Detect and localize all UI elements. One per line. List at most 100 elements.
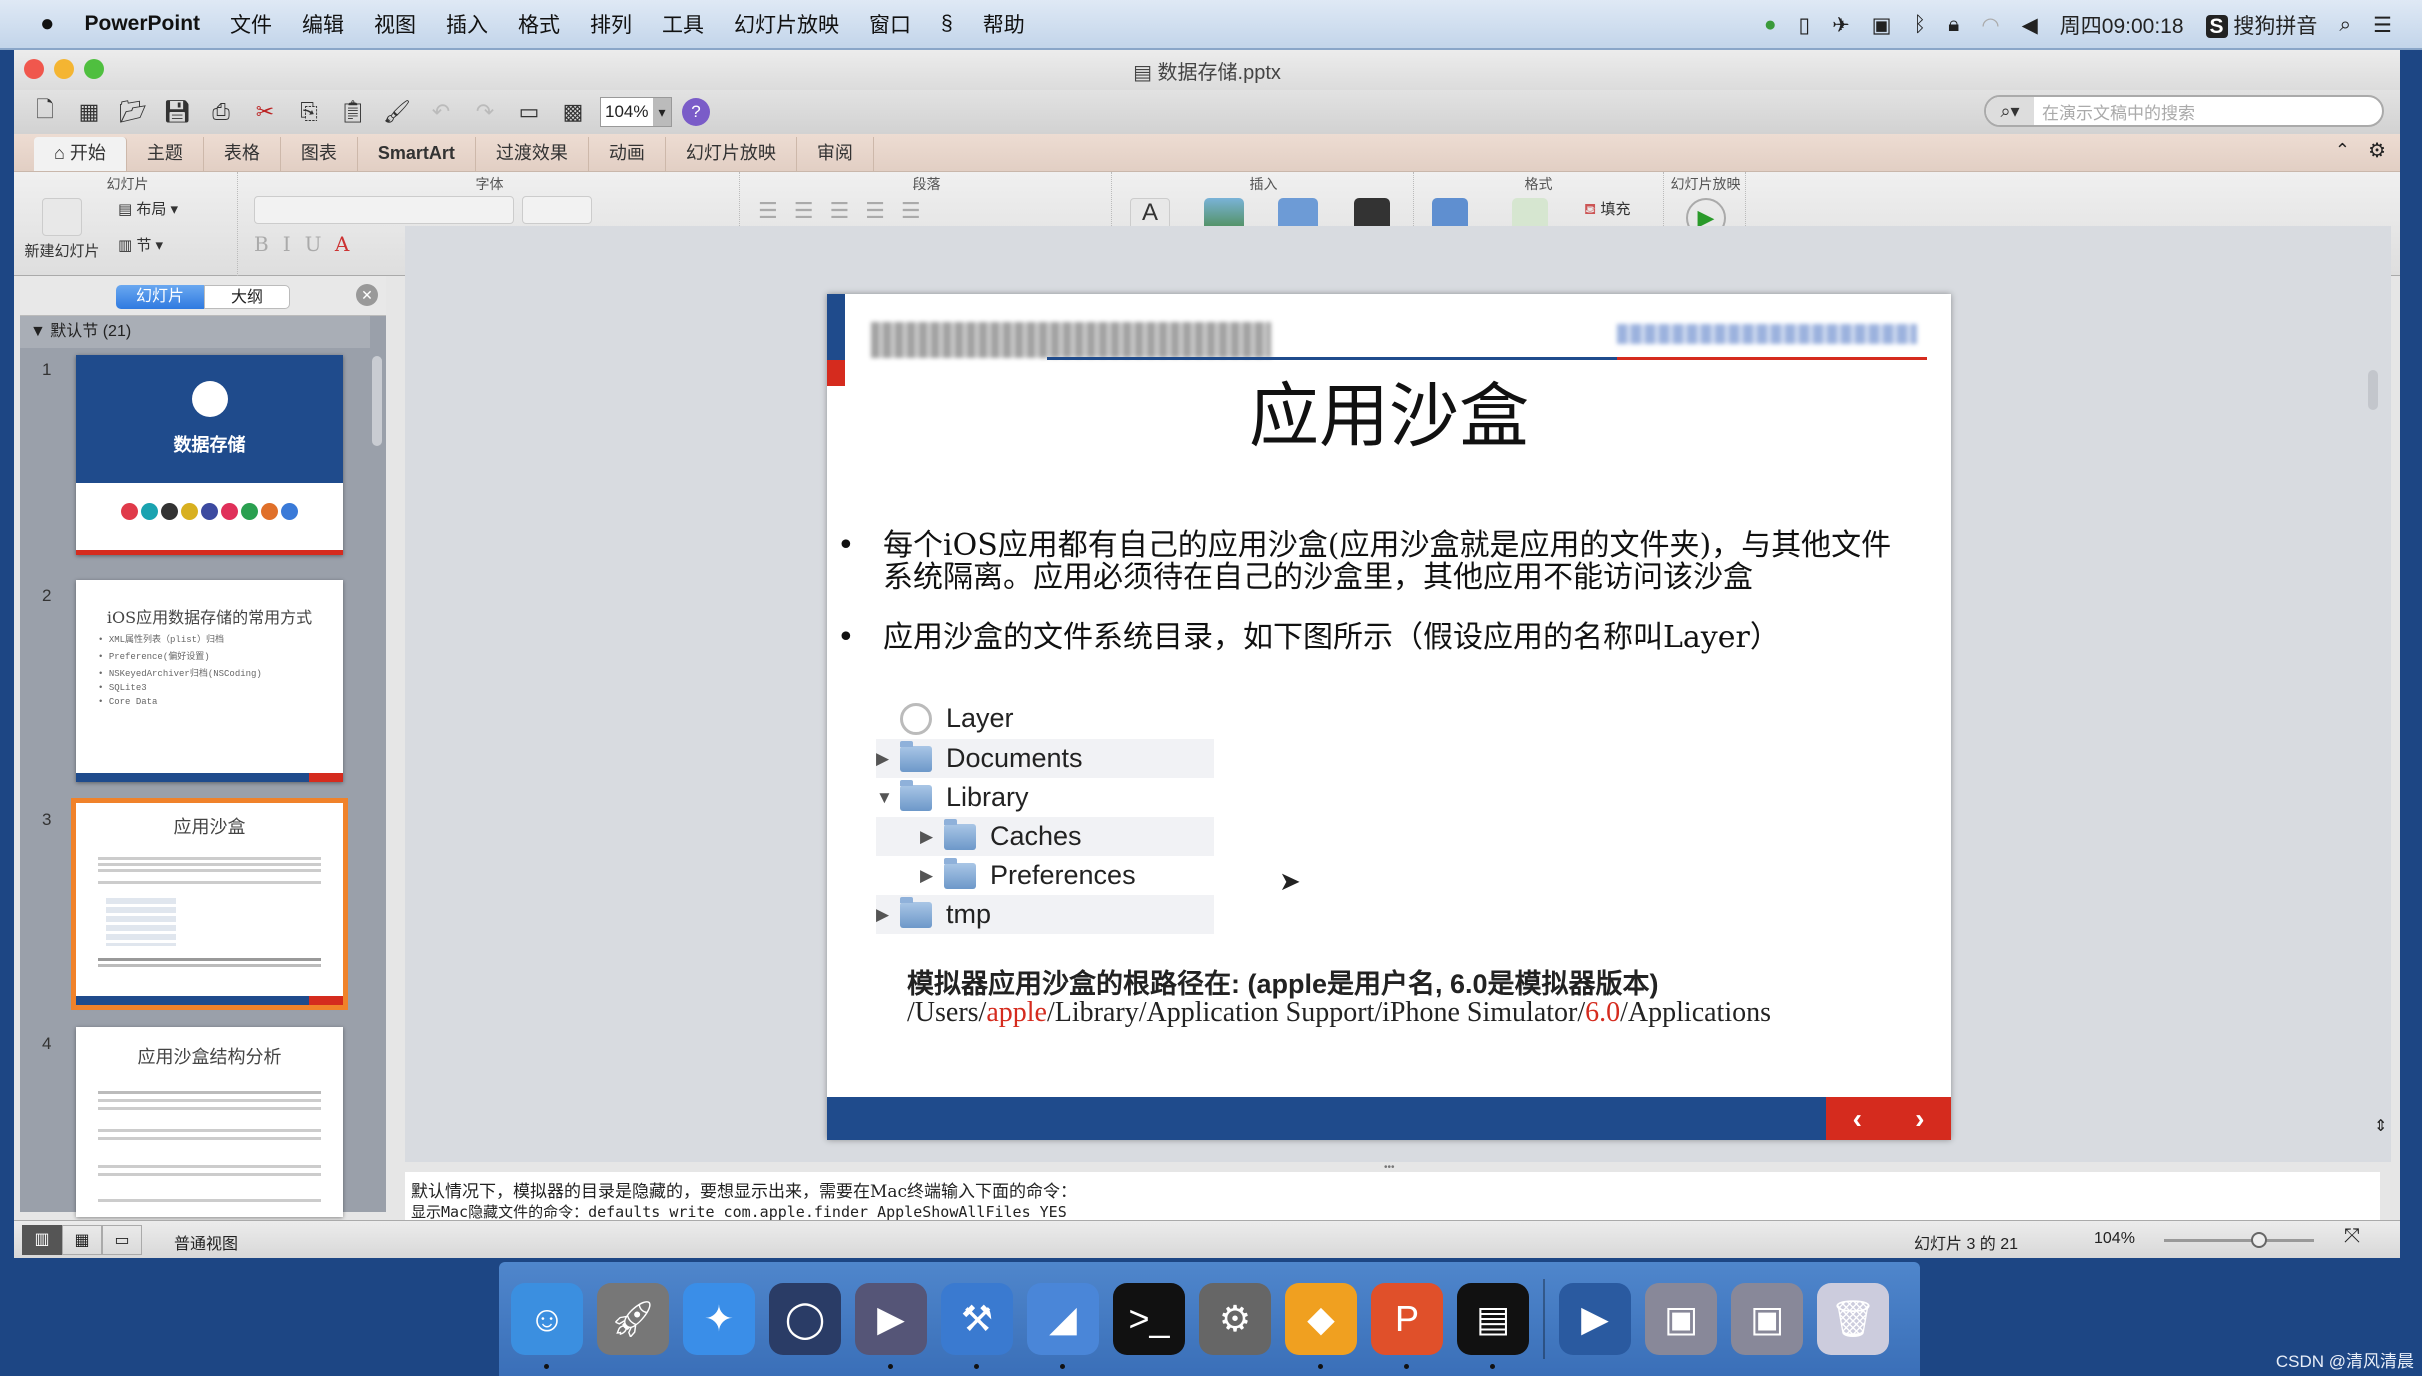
script-menu-icon[interactable]: § <box>941 12 953 36</box>
xcode-icon[interactable]: ⚒ <box>941 1283 1013 1369</box>
close-pane-icon[interactable]: ✕ <box>356 284 378 306</box>
fill-button[interactable]: ⛾ 填充 <box>1584 198 1630 220</box>
terminal-icon[interactable]: >_ <box>1113 1283 1185 1355</box>
next-arrow-icon[interactable]: › <box>1915 1103 1924 1135</box>
menu-insert[interactable]: 插入 <box>446 9 488 39</box>
format-painter-icon[interactable]: 🖌︎ <box>380 95 414 129</box>
slide-thumbnail-1[interactable]: 数据存储 <box>76 355 343 555</box>
safari-icon[interactable]: ✦ <box>683 1283 755 1355</box>
powerpoint-icon[interactable]: P <box>1371 1283 1443 1369</box>
slide-thumbnail-4[interactable]: 应用沙盒结构分析 <box>76 1027 343 1217</box>
menu-tools[interactable]: 工具 <box>662 9 704 39</box>
gallery-icon[interactable]: ▦ <box>72 95 106 129</box>
print-icon[interactable]: ⎙ <box>204 95 238 129</box>
normal-view-icon[interactable]: ▥ <box>22 1225 62 1255</box>
ribbon-settings-icon[interactable]: ⚙ <box>2368 138 2386 163</box>
menu-view[interactable]: 视图 <box>374 9 416 39</box>
zoom-slider-knob[interactable] <box>2251 1232 2268 1248</box>
font-size-select[interactable] <box>522 196 592 224</box>
slide-view-icon[interactable]: ▭ <box>512 95 546 129</box>
status-app-icon[interactable]: ● <box>1764 13 1777 37</box>
apple-menu-icon[interactable]: ● <box>40 10 55 38</box>
zoom-select[interactable]: 104% <box>600 97 672 127</box>
prev-arrow-icon[interactable]: ‹ <box>1853 1103 1862 1135</box>
tab-home[interactable]: ⌂ 开始 <box>34 137 127 171</box>
spotlight-icon[interactable]: ⌕ <box>2339 13 2351 37</box>
tab-transitions[interactable]: 过渡效果 <box>476 137 589 171</box>
volume-icon[interactable]: ◀ <box>2022 13 2038 38</box>
tab-tables[interactable]: 表格 <box>204 137 281 171</box>
navigator-scrollbar[interactable] <box>372 356 382 446</box>
menu-help[interactable]: 帮助 <box>983 9 1025 39</box>
airplane-icon[interactable]: ✈ <box>1832 13 1850 38</box>
help-icon[interactable]: ? <box>682 98 710 126</box>
search-icon[interactable]: ⌕▾ <box>1986 97 2034 125</box>
screen-record-icon[interactable]: ▣ <box>1872 13 1892 38</box>
wifi-icon[interactable]: ◠ <box>1981 13 1999 38</box>
copy-icon[interactable]: ⎘ <box>292 95 326 129</box>
tab-smartart[interactable]: SmartArt <box>358 137 476 171</box>
tab-review[interactable]: 审阅 <box>797 137 874 171</box>
menu-file[interactable]: 文件 <box>230 9 272 39</box>
notes-pane[interactable]: 默认情况下，模拟器的目录是隐藏的，要想显示出来，需要在Mac终端输入下面的命令：… <box>405 1172 2380 1222</box>
tab-outline[interactable]: 大纲 <box>204 285 290 309</box>
network-icon[interactable]: ▣ <box>1645 1283 1717 1355</box>
running-indicator <box>1060 1364 1065 1369</box>
sketch-icon[interactable]: ◆ <box>1285 1283 1357 1369</box>
running-indicator <box>974 1364 979 1369</box>
font-format-buttons[interactable]: BIUA <box>254 232 363 256</box>
redo-icon[interactable]: ↷ <box>468 95 502 129</box>
slide-sorter-icon[interactable]: ▦ <box>62 1225 102 1255</box>
section-header[interactable]: ▼ 默认节 (21) <box>20 316 370 348</box>
font-name-select[interactable] <box>254 196 514 224</box>
paste-icon[interactable]: 📋︎ <box>336 95 370 129</box>
save-icon[interactable]: 💾︎ <box>160 95 194 129</box>
new-document-icon[interactable]: 🗋︎ <box>28 95 62 129</box>
tab-animations[interactable]: 动画 <box>589 137 666 171</box>
menu-window[interactable]: 窗口 <box>869 9 911 39</box>
menu-app[interactable]: PowerPoint <box>85 12 201 36</box>
tab-slideshow[interactable]: 幻灯片放映 <box>666 137 797 171</box>
tab-charts[interactable]: 图表 <box>281 137 358 171</box>
slideshow-view-icon[interactable]: ▭ <box>102 1225 142 1255</box>
slide-thumbnail-3[interactable]: 应用沙盒 <box>71 798 348 1010</box>
open-icon[interactable]: 📂︎ <box>116 95 150 129</box>
quicktime-icon[interactable]: ▶ <box>1559 1283 1631 1355</box>
section-button[interactable]: ▥ 节 ▾ <box>118 234 163 255</box>
fit-window-icon[interactable]: ⤧ <box>2344 1225 2360 1248</box>
network-icon-2[interactable]: ▣ <box>1731 1283 1803 1355</box>
undo-icon[interactable]: ↶ <box>424 95 458 129</box>
menu-slideshow[interactable]: 幻灯片放映 <box>734 9 839 39</box>
instruments-icon[interactable]: ◢ <box>1027 1283 1099 1369</box>
tab-slides[interactable]: 幻灯片 <box>116 285 204 309</box>
mouse-icon[interactable]: ◯ <box>769 1283 841 1355</box>
notification-center-icon[interactable]: ☰ <box>2373 13 2392 38</box>
new-slide-button[interactable]: 新建幻灯片 <box>22 198 102 261</box>
slide-scrollbar[interactable] <box>2368 370 2378 410</box>
mouse-status-icon[interactable]: ▯ <box>1799 13 1811 38</box>
menu-format[interactable]: 格式 <box>518 9 560 39</box>
system-preferences-icon[interactable]: ⚙ <box>1199 1283 1271 1355</box>
menu-edit[interactable]: 编辑 <box>302 9 344 39</box>
launchpad-icon[interactable]: 🚀︎ <box>597 1283 669 1355</box>
prev-next-slide-icon[interactable]: ⇕ <box>2374 1116 2387 1136</box>
lock-icon[interactable]: 🔒︎ <box>1948 13 1959 37</box>
menu-arrange[interactable]: 排列 <box>590 9 632 39</box>
media-browser-icon[interactable]: ▩ <box>556 95 590 129</box>
ime-menu[interactable]: S 搜狗拼音 <box>2205 10 2317 40</box>
bluetooth-icon[interactable]: ᛒ <box>1914 13 1927 37</box>
finder-icon[interactable]: ☺ <box>511 1283 583 1369</box>
photo-slideshow-icon[interactable]: ▶ <box>855 1283 927 1369</box>
trash-icon[interactable]: 🗑︎ <box>1817 1283 1889 1355</box>
cut-icon[interactable]: ✂ <box>248 95 282 129</box>
slide-thumbnail-2[interactable]: iOS应用数据存储的常用方式 • XML属性列表（plist）归档 • Pref… <box>76 580 343 782</box>
tab-themes[interactable]: 主题 <box>127 137 204 171</box>
zoom-slider[interactable] <box>2164 1232 2314 1248</box>
search-field[interactable]: ⌕▾ 在演示文稿中的搜索 <box>1984 95 2384 127</box>
layout-button[interactable]: ▤ 布局 ▾ <box>118 198 178 219</box>
collapse-ribbon-icon[interactable]: ⌃ <box>2335 140 2350 161</box>
slide-canvas[interactable]: 应用沙盒 • 每个iOS应用都有自己的应用沙盒(应用沙盒就是应用的文件夹)，与其他… <box>827 294 1951 1140</box>
clock[interactable]: 周四09:00:18 <box>2060 10 2184 40</box>
console-icon[interactable]: ▤ <box>1457 1283 1529 1369</box>
list-buttons[interactable]: ☰☰☰☰☰ <box>758 198 937 224</box>
